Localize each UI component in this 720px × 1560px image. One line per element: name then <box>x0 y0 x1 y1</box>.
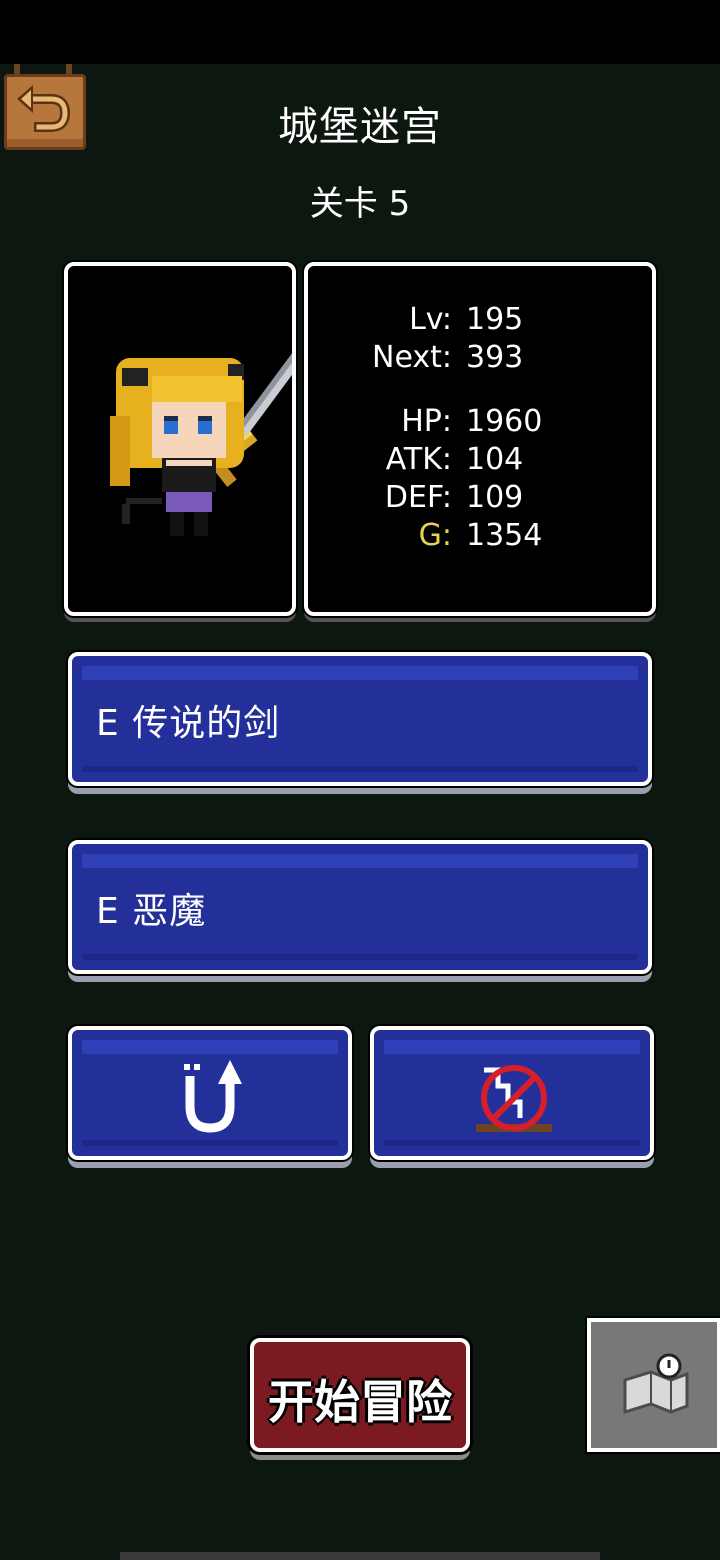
stat-row-level: Lv: 195 <box>308 302 652 340</box>
stats-panel: Lv: 195 Next: 393 HP: 1960 ATK: 104 DEF:… <box>304 262 656 616</box>
icon-container <box>72 1030 348 1156</box>
stat-value: 1354 <box>466 518 543 553</box>
stat-value: 393 <box>466 340 524 375</box>
stat-label: Lv: <box>409 302 452 337</box>
weapon-label: E 传说的剑 <box>96 703 281 744</box>
stat-row-def: DEF: 109 <box>308 480 652 518</box>
stat-row-hp: HP: 1960 <box>308 404 652 442</box>
accessory-label: E 恶魔 <box>96 891 207 932</box>
upgrade-button[interactable] <box>68 1026 352 1160</box>
map-button[interactable] <box>587 1318 720 1452</box>
no-stairs-icon <box>476 1065 552 1132</box>
stat-value: 109 <box>466 480 524 515</box>
stat-row-atk: ATK: 104 <box>308 442 652 480</box>
stat-label: Next: <box>372 340 452 375</box>
map-icon <box>623 1353 689 1415</box>
start-adventure-label: 开始冒险 <box>268 1375 452 1429</box>
stat-value: 1960 <box>466 404 543 439</box>
hero-sprite <box>110 348 306 536</box>
u-turn-up-arrow-icon <box>184 1060 242 1133</box>
stat-label: G: <box>418 518 452 553</box>
status-bar <box>0 0 720 64</box>
stage-label: 关卡 5 <box>309 184 411 224</box>
navigation-bar <box>120 1552 600 1560</box>
stat-label: ATK: <box>385 442 452 477</box>
icon-container <box>374 1030 650 1156</box>
weapon-slot-button[interactable]: E 传说的剑 <box>68 652 652 786</box>
start-adventure-button[interactable]: 开始冒险 <box>250 1338 470 1452</box>
accessory-slot-button[interactable]: E 恶魔 <box>68 840 652 974</box>
stat-row-next: Next: 393 <box>308 340 652 378</box>
skip-stairs-button[interactable] <box>370 1026 654 1160</box>
character-panel <box>64 262 306 616</box>
stat-value: 195 <box>466 302 524 337</box>
stat-value: 104 <box>466 442 524 477</box>
stat-label: HP: <box>401 404 452 439</box>
stat-label: DEF: <box>384 480 452 515</box>
stat-row-gold: G: 1354 <box>308 518 652 556</box>
page-title: 城堡迷宫 <box>278 104 442 150</box>
